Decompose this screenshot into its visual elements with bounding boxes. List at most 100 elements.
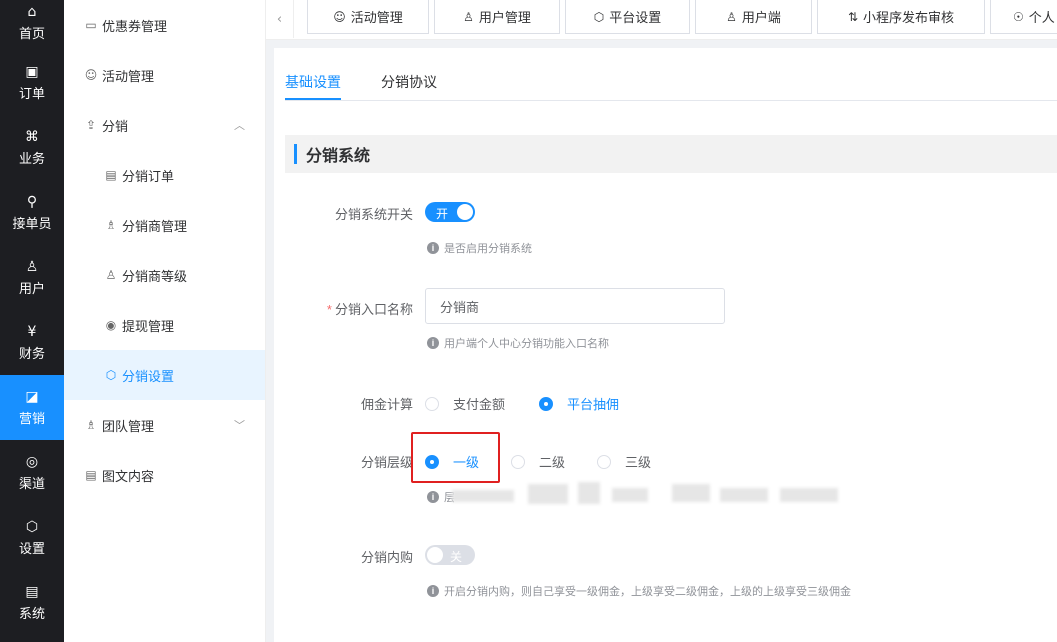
nav-home[interactable]: ⌂ 首页 <box>0 0 64 50</box>
menu-label: 优惠券管理 <box>102 18 168 34</box>
radio-label: 支付金额 <box>453 397 506 412</box>
users-icon: ♗ <box>105 218 117 232</box>
nav-courier[interactable]: ⚲ 接单员 <box>0 180 64 245</box>
tab-label: 用户端 <box>741 10 781 25</box>
hint-text: 是否启用分销系统 <box>444 243 532 255</box>
nav-marketing[interactable]: ◪ 营销 <box>0 375 64 440</box>
info-icon: i <box>427 337 439 349</box>
share-icon: ⇪ <box>85 118 97 132</box>
nav-label: 首页 <box>18 26 45 41</box>
entry-hint: i 用户端个人中心分销功能入口名称 <box>427 335 609 351</box>
menu-label: 分销订单 <box>122 168 175 184</box>
entry-label-text: 分销入口名称 <box>334 302 413 317</box>
marketing-icon: ◪ <box>25 388 39 405</box>
team-icon: ♗ <box>85 418 97 432</box>
redacted-text <box>452 490 514 502</box>
menu-activity[interactable]: ☺ 活动管理 <box>64 50 265 100</box>
home-icon: ⌂ <box>27 4 37 20</box>
user-icon: ♙ <box>726 9 737 24</box>
inner-buy-label: 分销内购 <box>360 550 413 565</box>
tab-user-manage[interactable]: ♙ 用户管理 <box>434 0 560 34</box>
required-mark: * <box>326 302 332 317</box>
coupon-icon: ▭ <box>85 18 97 32</box>
tab-miniapp-review[interactable]: ⇅ 小程序发布审核 <box>817 0 985 34</box>
menu-content[interactable]: ▤ 图文内容 <box>64 450 265 500</box>
switch-off-text: 关 <box>450 550 463 564</box>
radio-pay-amount[interactable]: 支付金额 <box>425 394 505 413</box>
nav-channel[interactable]: ◎ 渠道 <box>0 440 64 505</box>
tab-basic-settings[interactable]: 基础设置 <box>285 72 341 92</box>
tab-personal[interactable]: ☉ 个人 <box>990 0 1057 34</box>
radio-level-two[interactable]: 二级 <box>511 452 565 471</box>
inner-buy-hint: i 开启分销内购，则自己享受一级佣金，上级享受二级佣金，上级的上级享受三级佣金 <box>427 583 851 599</box>
channel-icon: ◎ <box>25 453 39 470</box>
sub-tabs: 基础设置 分销协议 <box>285 48 1057 101</box>
radio-dot <box>425 396 439 411</box>
menu-coupon[interactable]: ▭ 优惠券管理 <box>64 0 265 50</box>
tab-label: 平台设置 <box>609 10 662 25</box>
nav-user[interactable]: ♙ 用户 <box>0 245 64 310</box>
radio-dot <box>511 454 525 469</box>
menu-withdraw[interactable]: ◉ 提现管理 <box>64 300 265 350</box>
redacted-text <box>780 488 838 502</box>
document-icon: ▤ <box>105 168 117 182</box>
radio-label: 平台抽佣 <box>567 397 620 412</box>
section-title: 分销系统 <box>306 148 371 165</box>
swap-icon: ⇅ <box>847 9 859 24</box>
tab-bar: ‹ ☺ 活动管理 ♙ 用户管理 ⬡ 平台设置 ♙ 用户端 ⇅ 小程序发布审核 ☉… <box>266 0 1057 40</box>
chevron-up-icon: ︿ <box>234 119 245 132</box>
menu-label: 团队管理 <box>102 418 155 434</box>
menu-dist-settings[interactable]: ⬡ 分销设置 <box>64 350 265 400</box>
tab-platform-settings[interactable]: ⬡ 平台设置 <box>565 0 690 34</box>
nav-settings[interactable]: ⬡ 设置 <box>0 505 64 570</box>
radio-level-three[interactable]: 三级 <box>597 452 651 471</box>
tab-dist-agreement[interactable]: 分销协议 <box>381 72 437 92</box>
nav-label: 业务 <box>18 150 45 166</box>
switch-label: 分销系统开关 <box>334 207 413 222</box>
menu-label: 分销商管理 <box>122 218 188 234</box>
active-tab-indicator <box>285 98 341 100</box>
nav-order[interactable]: ▣ 订单 <box>0 50 64 115</box>
radio-dot <box>539 396 553 411</box>
withdraw-icon: ◉ <box>105 318 117 332</box>
nav-finance[interactable]: ¥ 财务 <box>0 310 64 375</box>
nav-label: 渠道 <box>18 475 45 491</box>
distribution-switch[interactable]: 开 <box>425 202 475 222</box>
nav-label: 设置 <box>18 540 45 556</box>
menu-label: 分销 <box>102 118 129 134</box>
entry-name-input[interactable] <box>425 288 725 324</box>
nav-business[interactable]: ⌘ 业务 <box>0 115 64 180</box>
inner-buy-switch[interactable]: 关 <box>425 545 475 565</box>
redacted-text <box>528 484 568 504</box>
radio-label: 二级 <box>539 455 566 470</box>
scroll-left-button[interactable]: ‹ <box>266 0 294 38</box>
tab-label: 活动管理 <box>350 10 403 25</box>
nav-label: 营销 <box>18 410 45 426</box>
menu-label: 图文内容 <box>102 468 155 484</box>
user-level-icon: ♙ <box>105 268 117 282</box>
section-accent-bar <box>294 144 297 164</box>
info-icon: i <box>427 491 439 503</box>
info-icon: i <box>427 242 439 254</box>
nav-system[interactable]: ▤ 系统 <box>0 570 64 635</box>
radio-label: 三级 <box>625 455 652 470</box>
tab-label: 用户管理 <box>478 10 531 25</box>
nav-label: 订单 <box>18 85 45 101</box>
location-icon: ☉ <box>1013 9 1024 24</box>
tab-activity[interactable]: ☺ 活动管理 <box>307 0 429 34</box>
tab-label: 个人 <box>1028 10 1055 25</box>
commission-label: 佣金计算 <box>360 397 413 412</box>
hint-text: 开启分销内购，则自己享受一级佣金，上级享受二级佣金，上级的上级享受三级佣金 <box>444 586 851 598</box>
switch-knob <box>427 547 443 563</box>
menu-dist-manager[interactable]: ♗ 分销商管理 <box>64 200 265 250</box>
smile-icon: ☺ <box>333 9 346 24</box>
menu-distribution[interactable]: ⇪ 分销 ︿ <box>64 100 265 150</box>
menu-dist-level[interactable]: ♙ 分销商等级 <box>64 250 265 300</box>
redacted-text <box>612 488 648 502</box>
secondary-menu: ▭ 优惠券管理 ☺ 活动管理 ⇪ 分销 ︿ ▤ 分销订单 ♗ 分销商管理 ♙ 分… <box>64 0 266 642</box>
menu-dist-order[interactable]: ▤ 分销订单 <box>64 150 265 200</box>
nav-label: 接单员 <box>12 215 52 231</box>
tab-user-end[interactable]: ♙ 用户端 <box>695 0 812 34</box>
radio-platform-commission[interactable]: 平台抽佣 <box>539 394 619 413</box>
menu-team[interactable]: ♗ 团队管理 ﹀ <box>64 400 265 450</box>
